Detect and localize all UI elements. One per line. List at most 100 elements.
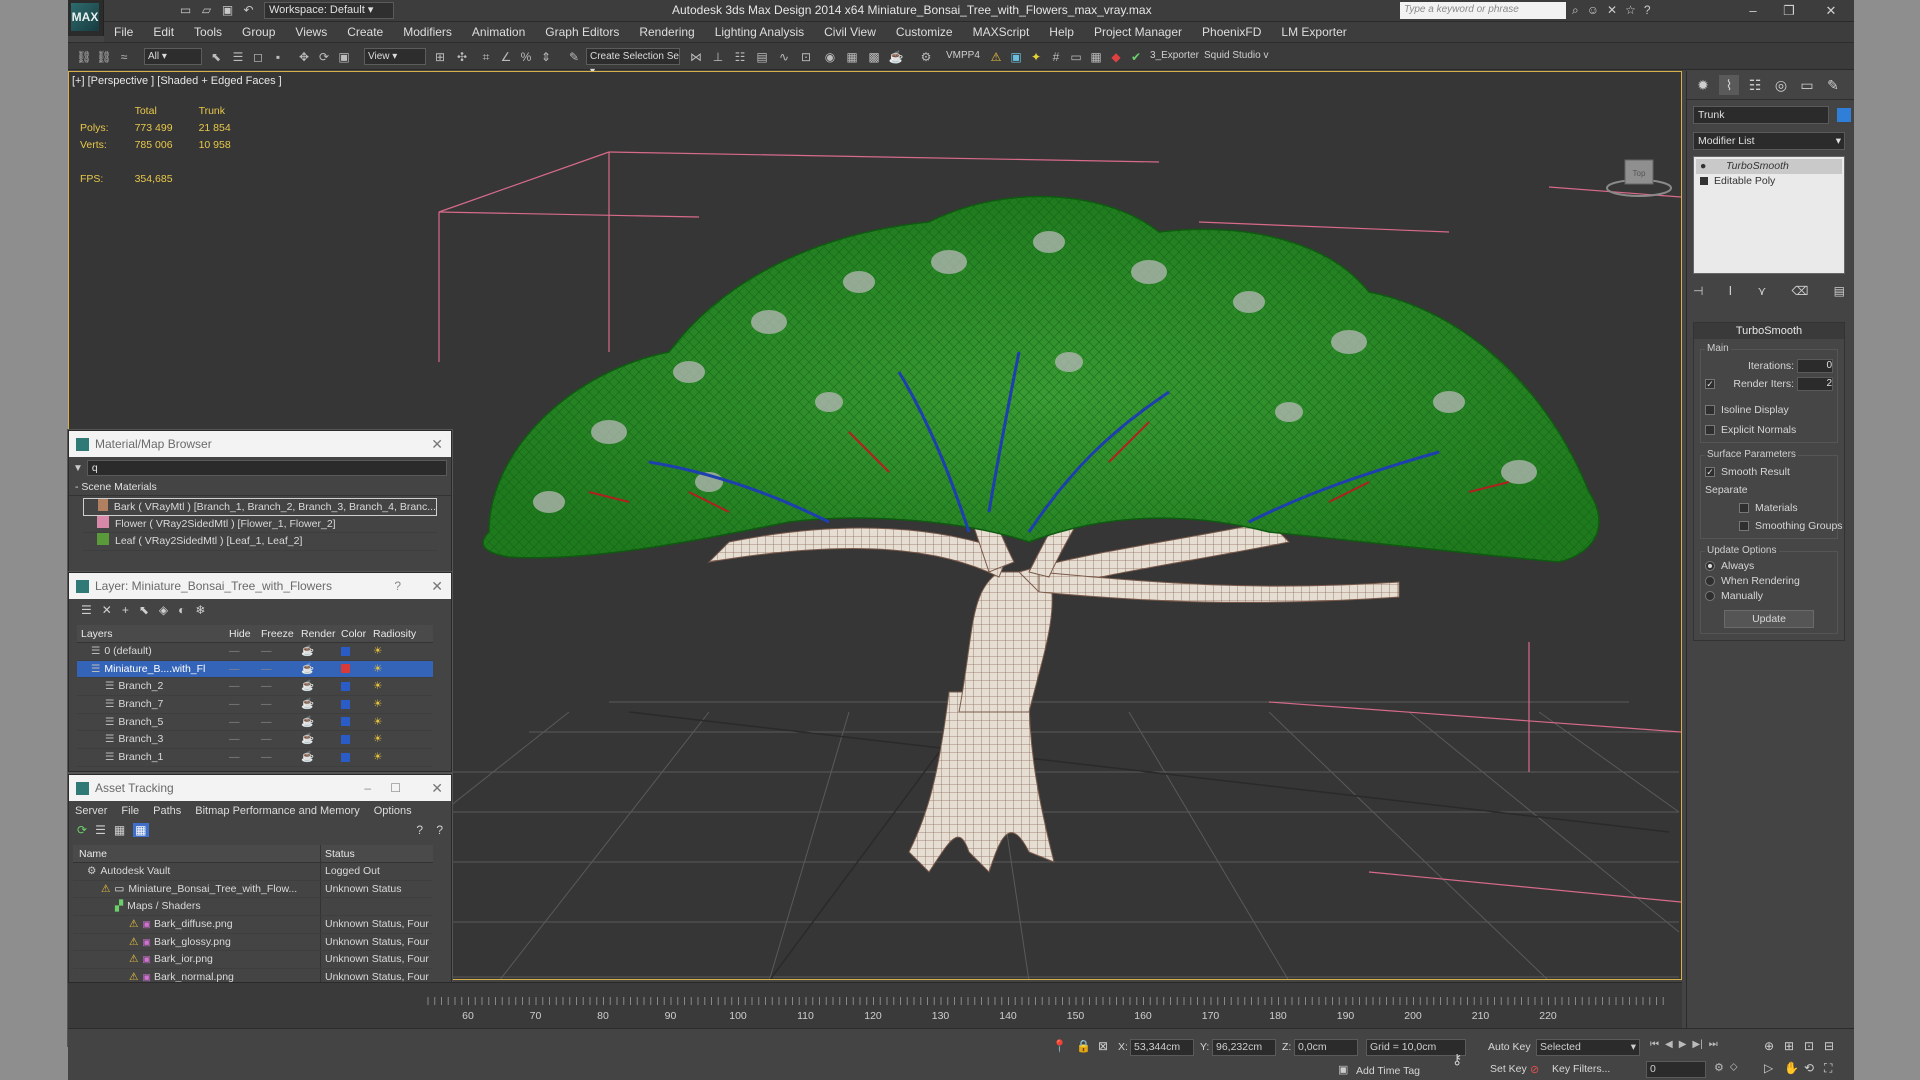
layer-color[interactable]	[341, 661, 373, 678]
remove-modifier-icon[interactable]: ⌫	[1791, 284, 1808, 298]
radiosity-icon[interactable]: ☀	[373, 696, 423, 713]
refresh-icon[interactable]: ⟳	[77, 823, 87, 837]
radiosity-icon[interactable]: ☀	[373, 661, 423, 678]
menu-views[interactable]: Views	[285, 22, 337, 42]
select-by-name-icon[interactable]: ☰	[230, 49, 246, 65]
freeze-toggle[interactable]: —	[261, 643, 301, 660]
render-teapot-icon[interactable]: ☕	[301, 731, 341, 748]
light-bulb-icon[interactable]: ✦	[1028, 49, 1044, 65]
explicit-normals-row[interactable]: Explicit Normals	[1705, 421, 1833, 439]
materials-checkbox[interactable]	[1739, 503, 1749, 514]
render-iters-spinner[interactable]: 2	[1797, 377, 1833, 392]
rendered-frame-icon[interactable]: ▩	[866, 49, 882, 65]
col-hide[interactable]: Hide	[229, 625, 261, 642]
angle-snap-icon[interactable]: ∠	[498, 49, 514, 65]
motion-tab-icon[interactable]: ◎	[1771, 75, 1791, 95]
hide-toggle[interactable]: —	[229, 678, 261, 695]
modifier-list-dropdown[interactable]: Modifier List ▾	[1693, 132, 1845, 150]
configure-sets-icon[interactable]: ▤	[1834, 284, 1845, 298]
pivot-center-icon[interactable]: ⊞	[432, 49, 448, 65]
layer-row[interactable]: ☰ 0 (default) — — ☕ ☀	[77, 643, 433, 661]
explicit-normals-checkbox[interactable]	[1705, 425, 1715, 436]
auto-key-button[interactable]: Auto Key	[1488, 1041, 1531, 1053]
radiosity-icon[interactable]: ☀	[373, 678, 423, 695]
spinner-snap-icon[interactable]: ⇕	[538, 49, 554, 65]
menu-group[interactable]: Group	[232, 22, 285, 42]
material-item[interactable]: Flower ( VRay2SidedMtl ) [Flower_1, Flow…	[83, 515, 437, 534]
zoom-all-icon[interactable]: ⊞	[1784, 1039, 1804, 1053]
material-browser-titlebar[interactable]: Material/Map Browser ✕	[69, 431, 451, 457]
pin-stack-icon[interactable]: ⊣	[1693, 284, 1703, 298]
stack-item-turbosmooth[interactable]: ● TurboSmooth	[1696, 159, 1842, 174]
radiosity-icon[interactable]: ☀	[373, 749, 423, 766]
current-frame-field[interactable]: 0	[1646, 1061, 1706, 1078]
materials-row[interactable]: Materials	[1705, 499, 1833, 517]
freeze-toggle[interactable]: —	[261, 714, 301, 731]
close-icon[interactable]: ✕	[431, 775, 443, 801]
render-teapot-icon[interactable]: ☕	[301, 678, 341, 695]
render-setup-icon[interactable]: ▦	[844, 49, 860, 65]
asset-row[interactable]: ⚠ ▣ Bark_glossy.png Unknown Status, Four	[73, 933, 433, 952]
favorites-icon[interactable]: ☆	[1625, 3, 1636, 18]
iterations-spinner[interactable]: 0	[1797, 359, 1833, 374]
object-color-swatch[interactable]	[1837, 108, 1851, 122]
layer-color[interactable]	[341, 696, 373, 713]
restore-button[interactable]: ❐	[1772, 1, 1806, 21]
save-icon[interactable]: ▣	[220, 3, 235, 18]
select-in-layer-icon[interactable]: ⬉	[139, 603, 149, 617]
bind-warp-icon[interactable]: ≈	[116, 49, 132, 65]
light-bulb-icon[interactable]: ●	[1700, 159, 1710, 174]
percent-snap-icon[interactable]: %	[518, 49, 534, 65]
set-key-icon[interactable]: ⊘	[1530, 1063, 1539, 1076]
monitor-icon[interactable]: ▭	[1068, 49, 1084, 65]
add-time-tag-button[interactable]: Add Time Tag	[1356, 1065, 1420, 1077]
layer-color[interactable]	[341, 714, 373, 731]
time-configuration-icon[interactable]: ⚙	[1714, 1061, 1724, 1074]
selection-filter-dropdown[interactable]: All ▾	[144, 48, 202, 65]
scale-icon[interactable]: ▣	[336, 49, 352, 65]
layer-row[interactable]: ☰ Branch_3— — ☕ ☀	[77, 731, 433, 750]
go-to-start-icon[interactable]: ⏮	[1650, 1039, 1659, 1050]
menu-maxscript[interactable]: MAXScript	[963, 22, 1040, 42]
list-view-icon[interactable]: ☰	[95, 823, 106, 837]
select-object-icon[interactable]: ⬉	[208, 49, 224, 65]
menu-lighting-analysis[interactable]: Lighting Analysis	[705, 22, 814, 42]
menu-project-manager[interactable]: Project Manager	[1084, 22, 1192, 42]
pan-icon[interactable]: ✋	[1784, 1061, 1804, 1076]
create-layer-icon[interactable]: ☰	[81, 603, 92, 617]
turbosmooth-rollout-title[interactable]: TurboSmooth	[1694, 323, 1844, 339]
hierarchy-tab-icon[interactable]: ☷	[1745, 75, 1765, 95]
whats-this-icon[interactable]: ?	[436, 823, 443, 837]
menu-help[interactable]: Help	[1039, 22, 1084, 42]
key-mode-toggle-icon[interactable]: ⬦	[1730, 1061, 1738, 1074]
smoothing-groups-row[interactable]: Smoothing Groups	[1705, 517, 1843, 535]
manually-row[interactable]: Manually	[1705, 589, 1833, 604]
hide-toggle[interactable]: —	[229, 661, 261, 678]
freeze-all-icon[interactable]: ❄	[195, 603, 205, 617]
layer-row[interactable]: ☰ Branch_1— — ☕ ☀	[77, 749, 433, 767]
close-button[interactable]: ✕	[1814, 1, 1848, 21]
search-input[interactable]: Type a keyword or phrase	[1400, 2, 1566, 19]
workspace-dropdown[interactable]: Workspace: Default ▾	[264, 2, 394, 19]
curve-editor-icon[interactable]: ∿	[776, 49, 792, 65]
render-teapot-icon[interactable]: ☕	[301, 661, 341, 678]
help-icon[interactable]: ?	[416, 823, 423, 837]
image-icon[interactable]: ▣	[1008, 49, 1024, 65]
hide-toggle[interactable]: —	[229, 696, 261, 713]
absolute-mode-icon[interactable]: ⊠	[1098, 1039, 1108, 1053]
radiosity-icon[interactable]: ☀	[373, 731, 423, 748]
move-icon[interactable]: ✥	[296, 49, 312, 65]
material-item[interactable]: Leaf ( VRay2SidedMtl ) [Leaf_1, Leaf_2]	[83, 533, 437, 552]
freeze-toggle[interactable]: —	[261, 678, 301, 695]
col-radiosity[interactable]: Radiosity	[373, 625, 423, 642]
material-editor-icon[interactable]: ◉	[822, 49, 838, 65]
layer-manager-titlebar[interactable]: Layer: Miniature_Bonsai_Tree_with_Flower…	[69, 573, 451, 599]
stop-icon[interactable]: ◆	[1108, 49, 1124, 65]
maximize-viewport-icon[interactable]: ⛶	[1824, 1061, 1844, 1076]
snaps-toggle-icon[interactable]: ⌗	[478, 49, 494, 65]
smooth-result-checkbox[interactable]: ✓	[1705, 467, 1715, 478]
asset-row[interactable]: ▞ Maps / Shaders	[73, 898, 433, 917]
layer-color[interactable]	[341, 749, 373, 766]
time-tag-icon[interactable]: ▣	[1338, 1063, 1348, 1076]
modify-tab-icon[interactable]: ⌇	[1719, 75, 1739, 95]
